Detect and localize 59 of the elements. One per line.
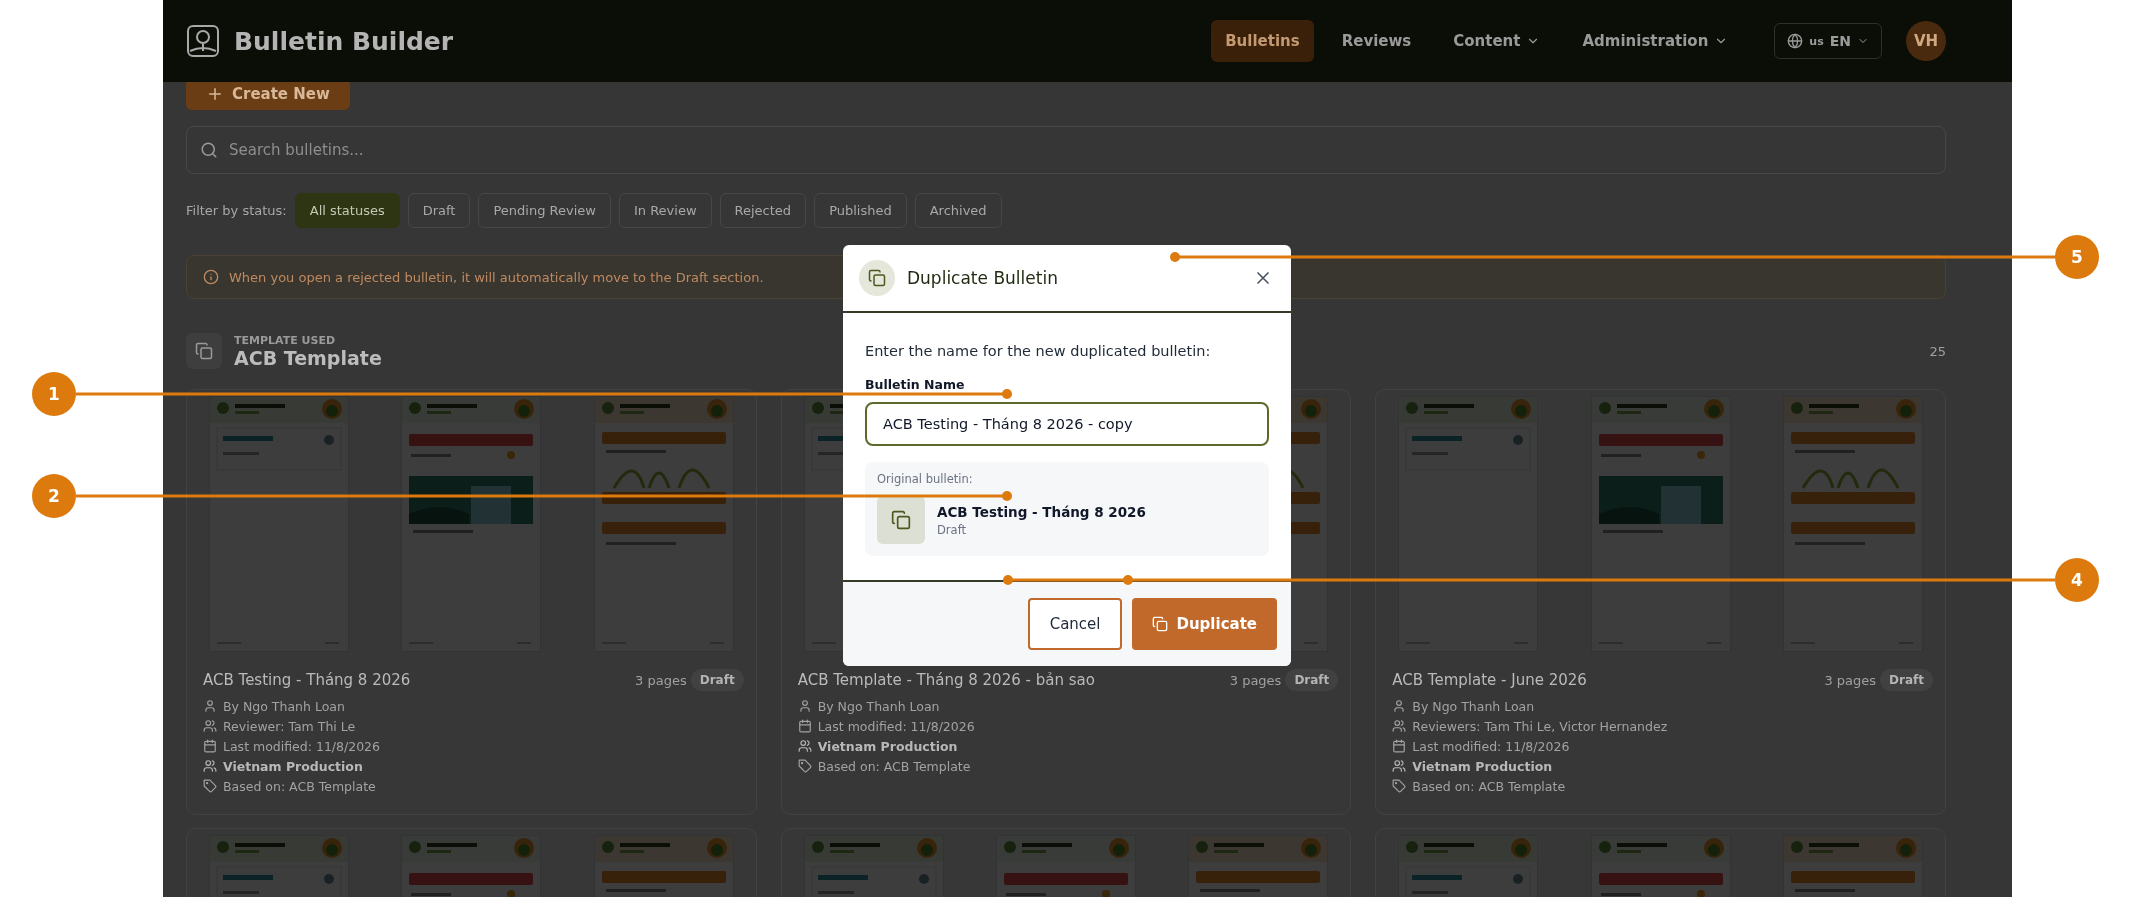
meta-text: Vietnam Production [817, 738, 958, 754]
original-name: ACB Testing - Tháng 8 2026 [937, 503, 1146, 520]
bulletin-title: ACB Testing - Tháng 8 2026 [203, 671, 412, 689]
meta-text: Last modified: 11/8/2026 [1412, 738, 1570, 754]
meta-text: Last modified: 11/8/2026 [223, 738, 381, 754]
status-filter[interactable]: All statuses [294, 193, 400, 228]
duplicate-button[interactable]: Duplicate [1132, 598, 1277, 650]
nav-tab[interactable]: Reviews [1327, 20, 1426, 62]
nav-tab[interactable]: Content [1439, 20, 1555, 62]
meta-text: Based on: ACB Template [817, 758, 971, 774]
original-caption: Original bulletin: [877, 472, 973, 486]
status-badge: Draft [1285, 669, 1339, 691]
status-badge: Draft [690, 669, 744, 691]
banner-text: When you open a rejected bulletin, it will automatically move to the Draft section. [229, 269, 764, 285]
meta-text: Based on: ACB Template [223, 778, 376, 794]
bulletin-title: ACB Template - June 2026 [1392, 671, 1588, 689]
dialog-title: Duplicate Bulletin [907, 268, 1059, 288]
name-field[interactable]: ACB Testing - Tháng 8 2026 - copy [865, 402, 1269, 446]
nav-tab[interactable]: Administration [1568, 20, 1743, 62]
group-caption: TEMPLATE USED [234, 333, 336, 347]
user-avatar[interactable]: VH [1906, 21, 1946, 61]
meta-text: By Ngo Thanh Loan [1412, 698, 1535, 714]
status-filter[interactable]: Archived [914, 193, 1002, 228]
filter-label: Filter by status: [186, 203, 287, 218]
meta-text: Vietnam Production [223, 758, 363, 774]
status-filter[interactable]: Rejected [719, 193, 807, 228]
status-filter[interactable]: Pending Review [478, 193, 611, 228]
meta-text: Reviewer: Tam Thi Le [223, 718, 356, 734]
field-label: Bulletin Name [865, 377, 965, 392]
callout-number: 4 [2055, 558, 2099, 602]
status-badge: Draft [1880, 669, 1933, 691]
bulletin-count: 25 [1929, 343, 1946, 359]
status-filter[interactable]: In Review [618, 193, 712, 228]
search-field[interactable]: Search bulletins... [186, 126, 1946, 174]
meta-text: Last modified: 11/8/2026 [817, 718, 975, 734]
meta-text: Reviewers: Tam Thi Le, Victor Hernandez [1412, 718, 1668, 734]
bulletin-card[interactable]: ACB Testing - Tháng 8 2026 3 pages Draft By Ngo Thanh Loan Reviewer: Tam Thi Le Last modified: 11/8/2026 Vietnam Production Based on: ACB Template [186, 389, 757, 815]
original-status: Draft [937, 522, 967, 537]
bulletin-card[interactable]: ACB Template - June 2026 3 pages Draft By Ngo Thanh Loan Reviewers: Tam Thi Le, Victor Hernandez Last modified: 11/8/2026 Vietnam Production Based on: ACB Template [1375, 389, 1946, 815]
page-count: 3 pages [1824, 672, 1877, 688]
page-count: 3 pages [635, 672, 687, 688]
nav-tab[interactable]: Bulletins [1211, 20, 1314, 62]
meta-text: Based on: ACB Template [1412, 778, 1566, 794]
page-count: 3 pages [1229, 672, 1282, 688]
meta-text: Vietnam Production [1412, 758, 1553, 774]
status-filter[interactable]: Published [814, 193, 907, 228]
status-filter[interactable]: Draft [407, 193, 471, 228]
bulletin-title: ACB Template - Tháng 8 2026 - bản sao [797, 671, 1096, 689]
group-title: ACB Template [234, 346, 382, 369]
cancel-button[interactable]: Cancel [1027, 598, 1123, 650]
dialog-prompt: Enter the name for the new duplicated bulletin: [865, 343, 1212, 359]
callout-number: 2 [32, 474, 76, 518]
language-selector[interactable]: us EN [1774, 23, 1882, 59]
callout-number: 1 [32, 372, 76, 416]
callout-number: 5 [2055, 235, 2099, 279]
meta-text: By Ngo Thanh Loan [817, 698, 940, 714]
app-title: Bulletin Builder [234, 26, 455, 56]
meta-text: By Ngo Thanh Loan [223, 698, 345, 714]
create-button[interactable]: Create New [186, 82, 350, 110]
